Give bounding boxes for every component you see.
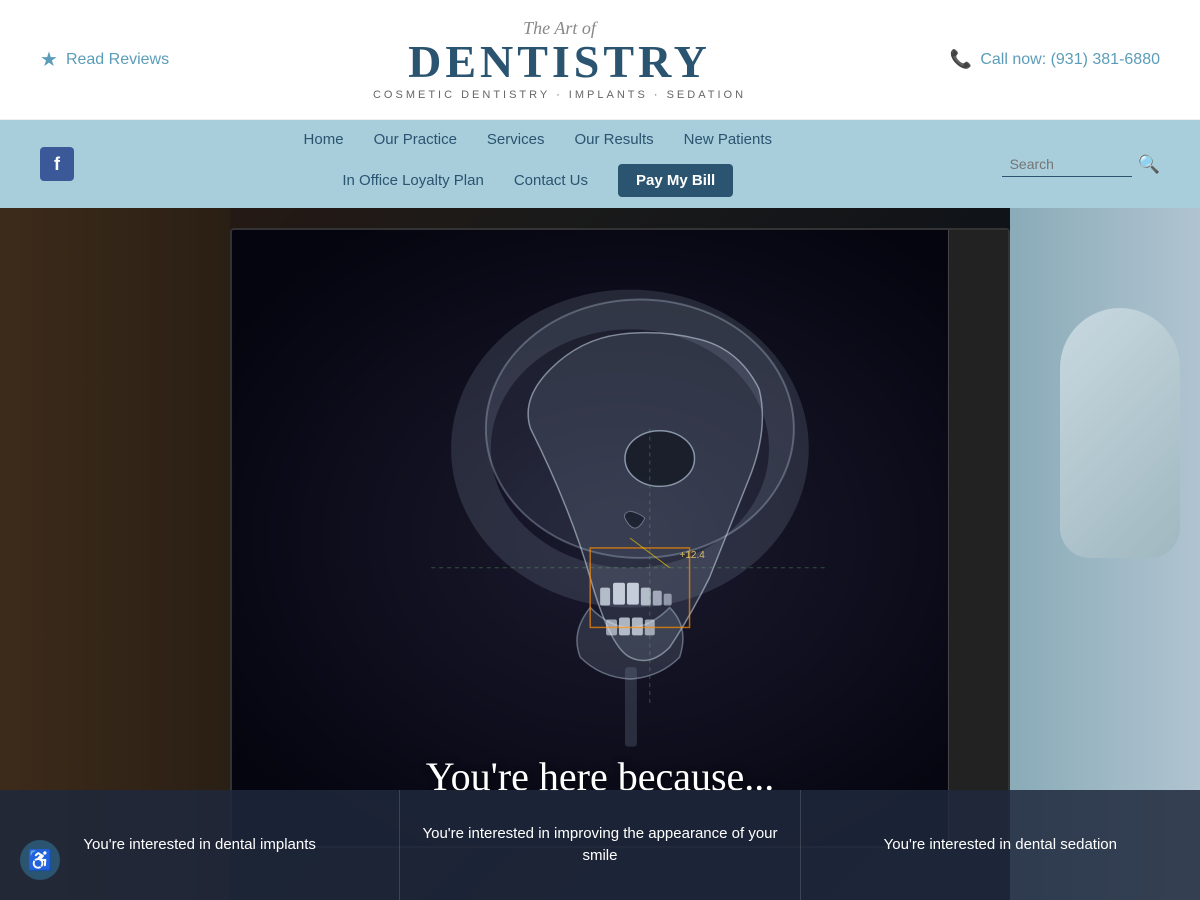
nav-our-practice[interactable]: Our Practice bbox=[374, 131, 457, 148]
chair-headrest bbox=[1060, 308, 1180, 558]
nav-pay-my-bill[interactable]: Pay My Bill bbox=[618, 164, 733, 197]
accessibility-icon: ♿ bbox=[28, 848, 53, 873]
search-input[interactable] bbox=[1002, 152, 1132, 177]
nav-our-results[interactable]: Our Results bbox=[574, 131, 653, 148]
card-sedation[interactable]: You're interested in dental sedation bbox=[801, 790, 1200, 900]
facebook-link[interactable]: f bbox=[40, 147, 74, 181]
card-implants[interactable]: You're interested in dental implants bbox=[0, 790, 400, 900]
phone-icon: 📞 bbox=[950, 49, 972, 70]
read-reviews-link[interactable]: ★ Read Reviews bbox=[40, 47, 169, 72]
nav-new-patients[interactable]: New Patients bbox=[684, 131, 772, 148]
site-header: ★ Read Reviews The Art of DENTISTRY COSM… bbox=[0, 0, 1200, 120]
hero-section: PLANMECA bbox=[0, 208, 1200, 900]
logo-main: DENTISTRY bbox=[373, 39, 746, 85]
card-sedation-text: You're interested in dental sedation bbox=[884, 834, 1117, 857]
phone-link[interactable]: 📞 Call now: (931) 381-6880 bbox=[950, 49, 1160, 70]
card-appearance-text: You're interested in improving the appea… bbox=[420, 823, 779, 868]
phone-label: Call now: (931) 381-6880 bbox=[980, 51, 1160, 69]
nav-contact-us[interactable]: Contact Us bbox=[514, 172, 588, 189]
svg-text:+12.4: +12.4 bbox=[680, 550, 706, 561]
nav-row-2: In Office Loyalty Plan Contact Us Pay My… bbox=[342, 156, 733, 205]
facebook-icon: f bbox=[54, 154, 60, 175]
bottom-cards: You're interested in dental implants You… bbox=[0, 790, 1200, 900]
nav-row-1: Home Our Practice Services Our Results N… bbox=[304, 123, 772, 156]
nav-home[interactable]: Home bbox=[304, 131, 344, 148]
search-icon[interactable]: 🔍 bbox=[1138, 154, 1160, 175]
nav-services[interactable]: Services bbox=[487, 131, 545, 148]
nav-left: f bbox=[40, 147, 74, 181]
nav-center: Home Our Practice Services Our Results N… bbox=[74, 123, 1002, 205]
search-area: 🔍 bbox=[1002, 152, 1160, 177]
star-icon: ★ bbox=[40, 47, 58, 72]
logo-sub: COSMETIC DENTISTRY · IMPLANTS · SEDATION bbox=[373, 89, 746, 101]
card-appearance[interactable]: You're interested in improving the appea… bbox=[400, 790, 800, 900]
logo: The Art of DENTISTRY COSMETIC DENTISTRY … bbox=[373, 18, 746, 101]
card-implants-text: You're interested in dental implants bbox=[83, 834, 315, 857]
navigation: f Home Our Practice Services Our Results… bbox=[0, 120, 1200, 208]
nav-loyalty-plan[interactable]: In Office Loyalty Plan bbox=[342, 172, 483, 189]
read-reviews-label: Read Reviews bbox=[66, 51, 169, 69]
accessibility-button[interactable]: ♿ bbox=[20, 840, 60, 880]
